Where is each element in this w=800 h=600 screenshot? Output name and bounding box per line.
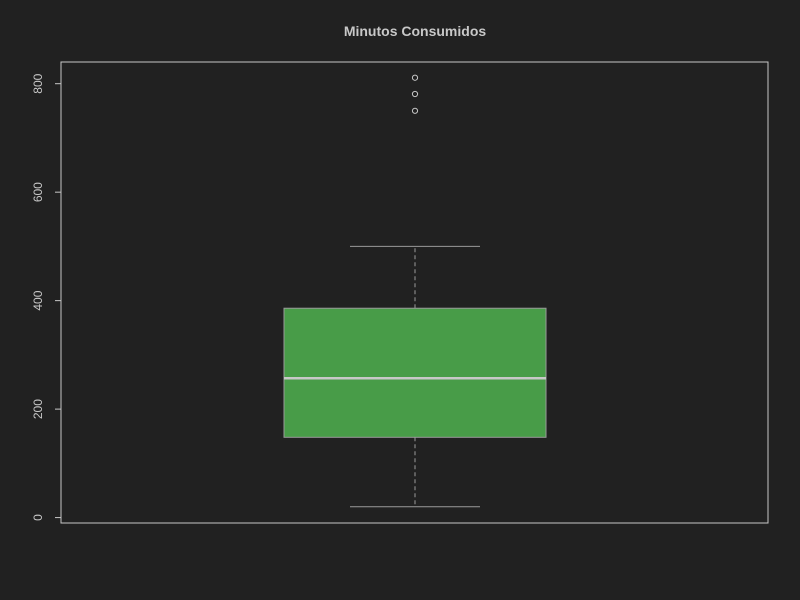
box-group: [283, 245, 547, 508]
outlier-point: [411, 74, 419, 81]
outliers: [411, 74, 419, 114]
y-tick-label: 800: [31, 73, 45, 93]
y-tick-label: 0: [31, 514, 45, 521]
chart-title: Minutos Consumidos: [344, 23, 487, 39]
y-tick-label: 400: [31, 290, 45, 310]
iqr-box: [283, 307, 547, 438]
y-tick-label: 600: [31, 182, 45, 202]
boxplot-chart: Minutos Consumidos 0 200 400 600 800: [31, 23, 769, 524]
y-axis: 0 200 400 600 800: [31, 73, 61, 521]
outlier-point: [411, 90, 419, 98]
outlier-point: [411, 107, 419, 114]
y-tick-label: 200: [31, 399, 45, 419]
